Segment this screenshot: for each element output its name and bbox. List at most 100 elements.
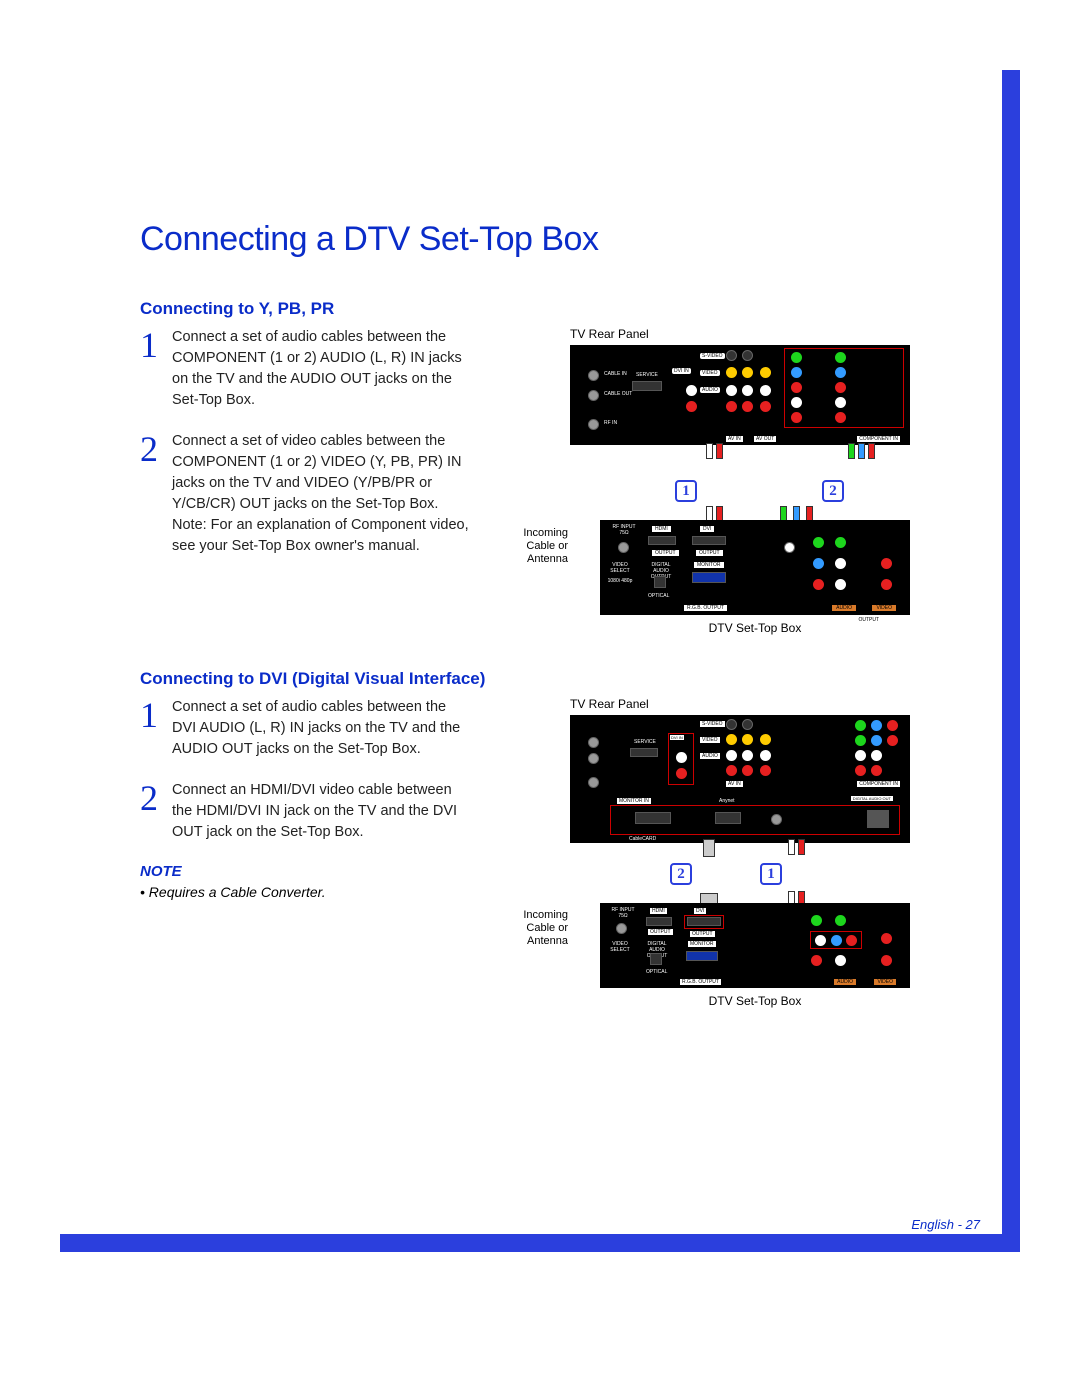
stb2-audio-outline (810, 931, 862, 949)
label-audio-out2: AUDIO (834, 979, 856, 985)
stb-y2 (835, 537, 846, 548)
label2-anynet: Anynet (719, 798, 735, 804)
note-text: • Requires a Cable Converter. (140, 884, 470, 900)
port2-v2 (742, 734, 753, 745)
label-rgb2: R.G.B. OUTPUT (680, 979, 721, 985)
label-dvi: DVI (700, 526, 714, 532)
page: Connecting a DTV Set-Top Box Connecting … (0, 0, 1080, 1377)
port2-digicard (867, 810, 889, 828)
cable-region-1: 1 2 (510, 445, 910, 520)
step-number: 1 (140, 697, 162, 760)
callout-2: 2 (822, 480, 844, 502)
note-heading: NOTE (140, 863, 470, 880)
port2-circle (771, 814, 782, 825)
label-dvi2: DVI (694, 908, 706, 914)
s2-r (846, 935, 857, 946)
stb-panel-1: RF INPUT 75Ω HDMI OUTPUT DVI OUTPUT MONI… (600, 520, 910, 615)
label-output2b: OUTPUT (690, 931, 715, 937)
label-video-out: VIDEO (872, 605, 896, 611)
p2c6 (887, 735, 898, 746)
label-incoming-2: Incoming Cable or Antenna (508, 909, 568, 949)
s2-y2 (835, 915, 846, 926)
label2-monitorin: MONITOR IN (617, 798, 651, 804)
callout-1b: 1 (760, 863, 782, 885)
label-rfin: RF IN (604, 420, 617, 426)
label-avout: AV OUT (754, 436, 776, 442)
port-comp2-y (835, 352, 846, 363)
label2-component: COMPONENT IN (857, 781, 900, 787)
label-rfinput2: RF INPUT 75Ω (608, 907, 638, 919)
port-video-3 (760, 367, 771, 378)
step-text: Connect a set of audio cables between th… (172, 697, 470, 760)
port2-cable-out (588, 753, 599, 764)
hdmi-plug-top (703, 839, 715, 857)
label-incoming: Incoming Cable or Antenna (508, 527, 568, 567)
label-stb-2: DTV Set-Top Box (600, 994, 910, 1008)
p2c5 (871, 735, 882, 746)
diagram-2: TV Rear Panel SERVICE DVI IN S-VIDE (510, 697, 940, 1012)
port-comp1-y (791, 352, 802, 363)
p2c4 (855, 735, 866, 746)
stb-y (813, 537, 824, 548)
stb-pb (813, 558, 824, 569)
port-comp2-l (835, 397, 846, 408)
border-bottom (60, 1234, 1020, 1252)
p2al3 (760, 750, 771, 761)
s2-pr (811, 955, 822, 966)
plug-red-top (716, 443, 723, 459)
label-rgb: R.G.B. OUTPUT (684, 605, 727, 611)
port-audio-l3 (760, 385, 771, 396)
port-comp1-pr (791, 382, 802, 393)
port2-sv2 (742, 719, 753, 730)
step-text: Connect a set of audio cables between th… (172, 327, 470, 411)
plug-green-top (848, 443, 855, 459)
stb2-hdmi (646, 917, 672, 926)
label-dviin: DVI IN (672, 368, 691, 374)
stb-rf (618, 542, 629, 553)
step-text: Connect a set of video cables between th… (172, 431, 470, 557)
label-videoselect2: VIDEO SELECT (606, 941, 634, 953)
label2-video: VIDEO (700, 737, 720, 743)
step-number: 2 (140, 780, 162, 843)
stb-dvi (692, 536, 726, 545)
label-stb: DTV Set-Top Box (600, 621, 910, 635)
stb2-dvi-outline (684, 915, 724, 929)
label-tv-rear: TV Rear Panel (570, 327, 940, 341)
dvi-audio-outline: DVI IN (668, 733, 694, 785)
stb-l2 (835, 579, 846, 590)
label-component: COMPONENT IN (857, 436, 900, 442)
diagram-1: TV Rear Panel CABLE IN CABLE OUT RF IN S… (510, 327, 940, 639)
step-1: 1 Connect a set of audio cables between … (140, 327, 470, 411)
cable-region-2: 2 1 (510, 843, 910, 903)
s2-r3 (881, 955, 892, 966)
port-video-1 (726, 367, 737, 378)
port2-service (630, 748, 658, 757)
label-audio: AUDIO (700, 387, 720, 393)
port-service (632, 381, 662, 391)
port-audio-r1 (726, 401, 737, 412)
step-2: 2 Connect a set of video cables between … (140, 431, 470, 557)
component-outline (784, 348, 904, 428)
section1-row: 1 Connect a set of audio cables between … (140, 327, 940, 639)
content-area: Connecting a DTV Set-Top Box Connecting … (140, 220, 940, 1042)
label-rfinput: RF INPUT 75Ω (610, 524, 638, 536)
port-audio-r2 (742, 401, 753, 412)
port-rf-in (588, 419, 599, 430)
port-cable-out (588, 390, 599, 401)
port-svideo-1 (726, 350, 737, 361)
step-1: 1 Connect a set of audio cables between … (140, 697, 470, 760)
callout-1: 1 (675, 480, 697, 502)
label2-cablecard: CableCARD (629, 836, 656, 842)
port-comp1-l (791, 397, 802, 408)
label-avin: AV IN (726, 436, 743, 442)
p2c1 (855, 720, 866, 731)
stb-pr (813, 579, 824, 590)
p2ar1 (726, 765, 737, 776)
p2c8 (871, 750, 882, 761)
label-monitor: MONITOR (694, 562, 724, 568)
label-video-out2: VIDEO (874, 979, 896, 985)
port-comp2-r (835, 412, 846, 423)
port2-v3 (760, 734, 771, 745)
stb-r (881, 558, 892, 569)
s2-r2 (881, 933, 892, 944)
